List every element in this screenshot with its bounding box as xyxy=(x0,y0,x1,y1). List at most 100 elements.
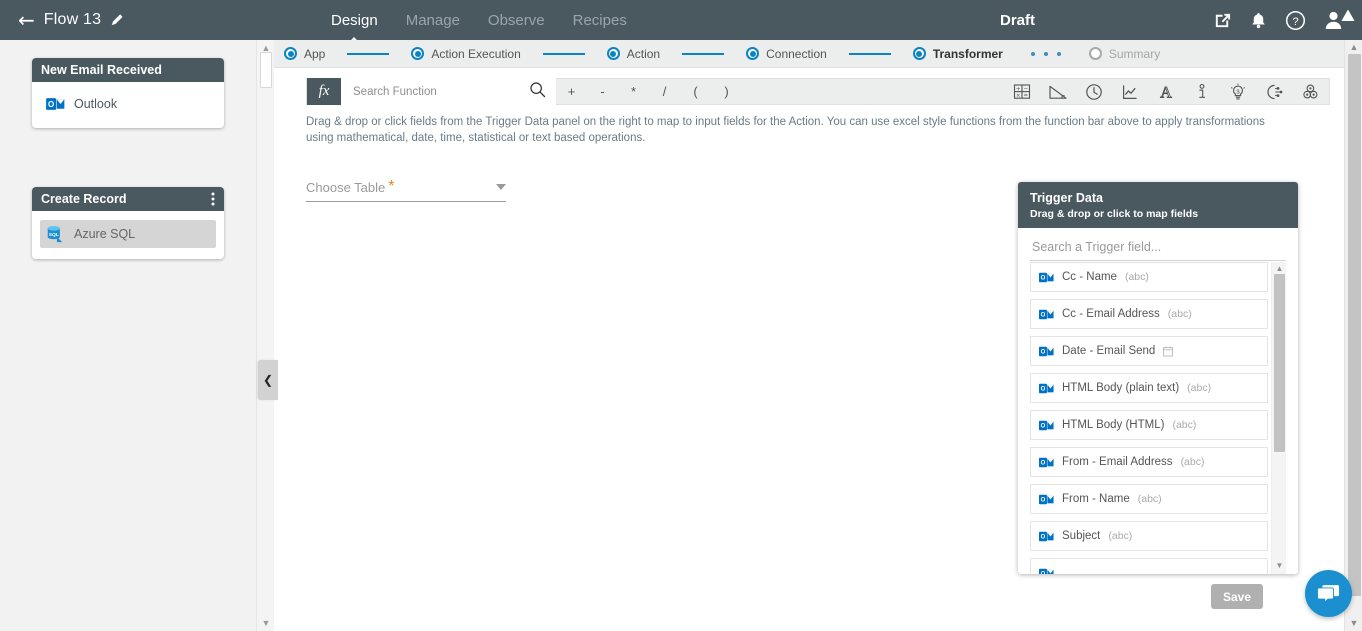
step-action[interactable]: Action xyxy=(606,47,660,61)
trigger-field-rows: O Cc - Name (abc) O Cc - Email Address (abc) O… xyxy=(1030,262,1268,574)
pencil-icon[interactable] xyxy=(110,13,124,27)
trigger-field-type: (abc) xyxy=(1187,382,1212,394)
step-connector xyxy=(682,52,725,55)
arrow-left-icon[interactable]: ← xyxy=(18,10,35,30)
save-button[interactable]: Save xyxy=(1211,584,1263,609)
chevron-down-icon[interactable] xyxy=(496,184,506,190)
wizard-stepper: App Action Execution Action Connection T… xyxy=(274,40,1344,68)
caret-up-icon[interactable]: ▲ xyxy=(1345,42,1362,52)
header-left-group: ← Flow 13 xyxy=(0,10,330,30)
caret-down-icon[interactable]: ▼ xyxy=(1345,618,1362,628)
trigger-app-row[interactable]: O Outlook xyxy=(40,91,216,117)
trigonometry-icon[interactable] xyxy=(1045,80,1071,104)
trigger-field-row[interactable]: O Subject (abc) xyxy=(1030,521,1268,551)
radio-filled-icon xyxy=(411,47,425,60)
trigger-node-header: New Email Received xyxy=(32,58,224,82)
step-app[interactable]: App xyxy=(284,47,325,61)
radio-filled-icon xyxy=(284,47,297,60)
sidebar-scrollbar-thumb[interactable] xyxy=(260,52,272,88)
chevron-left-icon[interactable]: ❮ xyxy=(258,360,278,400)
page-scrollbar[interactable]: ▲ ▼ xyxy=(1344,40,1362,631)
trigger-field-row[interactable]: O From - Name (abc) xyxy=(1030,484,1268,514)
nav-item-manage[interactable]: Manage xyxy=(405,10,461,31)
operator-paren-open[interactable]: ( xyxy=(680,84,711,99)
trigger-field-row[interactable]: O Cc - Name (abc) xyxy=(1030,262,1268,292)
gears-advanced-icon[interactable] xyxy=(1297,80,1323,104)
flow-title: Flow 13 xyxy=(43,11,102,28)
step-label-transformer: Transformer xyxy=(932,46,1003,61)
operator-plus[interactable]: + xyxy=(556,84,587,99)
action-node-header: Create Record xyxy=(32,187,224,211)
function-search-field[interactable] xyxy=(341,78,556,105)
chat-bubble-icon[interactable] xyxy=(1305,570,1352,617)
svg-text:SQL: SQL xyxy=(49,232,59,238)
trigger-field-row[interactable]: O xyxy=(1030,558,1268,574)
search-input[interactable] xyxy=(351,84,529,99)
header-right-group: Draft ? xyxy=(999,9,1362,31)
operator-paren-close[interactable]: ) xyxy=(711,84,742,99)
trigger-list-scrollbar[interactable]: ▲ ▼ xyxy=(1271,262,1286,574)
nav-item-design[interactable]: Design xyxy=(330,10,379,31)
status-badge: Draft xyxy=(999,11,1035,29)
step-summary[interactable]: Summary xyxy=(1088,46,1161,61)
information-icon[interactable] xyxy=(1189,80,1215,104)
svg-text:O: O xyxy=(1041,571,1046,574)
svg-text:=: = xyxy=(1024,93,1028,99)
trigger-field-row[interactable]: O Date - Email Send xyxy=(1030,336,1268,366)
caret-down-icon[interactable]: ▼ xyxy=(257,618,275,628)
nav-item-recipes[interactable]: Recipes xyxy=(572,10,628,31)
step-label-connection: Connection xyxy=(766,46,827,61)
outlook-icon: O xyxy=(1039,382,1054,395)
action-node-card[interactable]: Create Record SQL Azure SQL xyxy=(32,187,224,259)
action-app-label: Azure SQL xyxy=(74,227,136,241)
text-operations-icon[interactable]: A xyxy=(1153,80,1179,104)
trigger-node-body: O Outlook xyxy=(32,82,224,128)
trigger-field-row[interactable]: O Cc - Email Address (abc) xyxy=(1030,299,1268,329)
operator-minus[interactable]: - xyxy=(587,84,618,99)
bell-icon[interactable] xyxy=(1250,11,1267,30)
step-action-execution[interactable]: Action Execution xyxy=(411,47,521,61)
trigger-search-input[interactable] xyxy=(1030,239,1286,261)
trigger-field-row[interactable]: O From - Email Address (abc) xyxy=(1030,447,1268,477)
fx-icon[interactable]: fx xyxy=(307,78,341,105)
warning-triangle-icon xyxy=(1341,9,1355,27)
trigger-field-name: HTML Body (HTML) xyxy=(1062,419,1165,431)
radio-filled-icon xyxy=(912,47,926,60)
operator-multiply[interactable]: * xyxy=(618,84,649,99)
caret-down-icon[interactable]: ▼ xyxy=(1272,561,1286,570)
help-circle-icon[interactable]: ? xyxy=(1285,10,1306,31)
main-navigation: Design Manage Observe Recipes xyxy=(330,10,628,31)
action-app-row[interactable]: SQL Azure SQL xyxy=(40,220,216,248)
ai-brain-icon[interactable] xyxy=(1261,80,1287,104)
avatar[interactable] xyxy=(1324,9,1355,30)
search-icon[interactable] xyxy=(529,81,546,103)
trigger-field-name: Subject xyxy=(1062,530,1101,542)
trigger-field-row[interactable]: O HTML Body (HTML) (abc) xyxy=(1030,410,1268,440)
step-connector xyxy=(347,52,390,55)
kebab-menu-icon[interactable] xyxy=(211,192,215,206)
external-link-icon[interactable] xyxy=(1213,11,1232,30)
svg-text:×: × xyxy=(1016,93,1020,99)
svg-text:O: O xyxy=(1041,497,1046,503)
nav-item-observe[interactable]: Observe xyxy=(487,10,546,31)
math-operations-icon[interactable]: + − × = xyxy=(1009,80,1035,104)
function-bar-wrapper: fx + - * / ( ) +−×= xyxy=(274,68,1344,105)
statistical-chart-icon[interactable] xyxy=(1117,80,1143,104)
date-time-icon[interactable] xyxy=(1081,80,1107,104)
svg-text:O: O xyxy=(1041,386,1046,392)
step-connection[interactable]: Connection xyxy=(746,47,827,61)
outlook-icon: O xyxy=(1039,345,1054,358)
choose-table-select[interactable]: Choose Table * xyxy=(306,178,506,202)
page-scrollbar-thumb[interactable] xyxy=(1348,54,1361,596)
step-label-summary: Summary xyxy=(1108,46,1161,61)
trigger-field-row[interactable]: O HTML Body (plain text) (abc) xyxy=(1030,373,1268,403)
step-transformer[interactable]: Transformer xyxy=(912,46,1003,61)
trigger-list-scrollbar-thumb[interactable] xyxy=(1274,274,1285,452)
outlook-icon: O xyxy=(1039,271,1054,284)
lightbulb-finance-icon[interactable]: $ xyxy=(1225,80,1251,104)
trigger-node-card[interactable]: New Email Received O Outlook xyxy=(32,58,224,128)
caret-up-icon[interactable]: ▲ xyxy=(1272,264,1286,273)
sidebar-scrollbar[interactable]: ▲ ▼ xyxy=(256,40,274,631)
outlook-icon: O xyxy=(46,96,65,112)
operator-divide[interactable]: / xyxy=(649,84,680,99)
